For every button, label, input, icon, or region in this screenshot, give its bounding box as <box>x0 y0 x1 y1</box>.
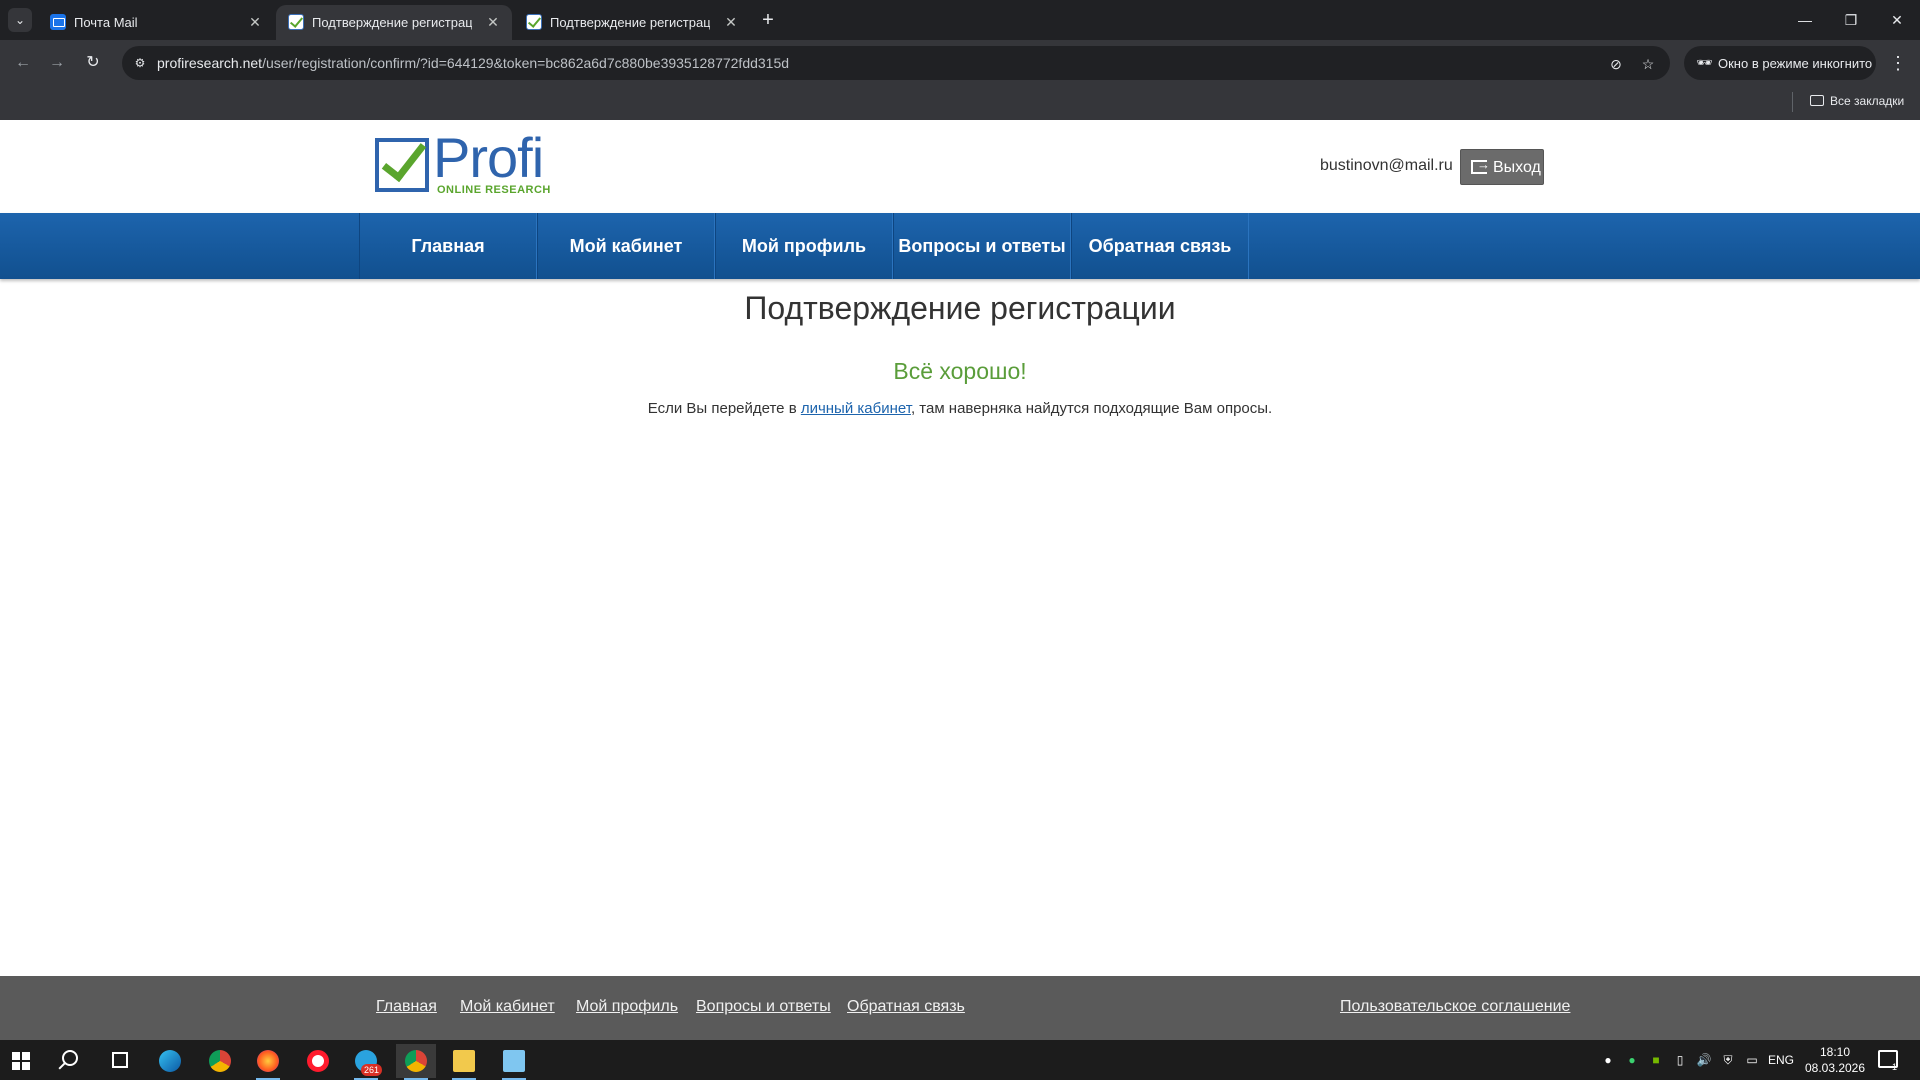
minimize-button[interactable]: — <box>1782 0 1828 40</box>
defender-icon[interactable]: ⛨ <box>1718 1040 1738 1080</box>
web-page: Profi ONLINE RESEARCH bustinovn@mail.ru … <box>0 120 1920 1040</box>
windows-taskbar: 261 ● ● ■ ▯ 🔊 ⛨ ▭ ENG 18:10 08.03.2026 1 <box>0 1040 1920 1080</box>
all-bookmarks-label: Все закладки <box>1830 94 1905 108</box>
windows-start-icon[interactable] <box>12 1052 30 1070</box>
clock-date: 08.03.2026 <box>1804 1061 1866 1075</box>
footer-link-user-agreement[interactable]: Пользовательское соглашение <box>1340 998 1570 1016</box>
nav-faq[interactable]: Вопросы и ответы <box>893 213 1071 279</box>
nav-feedback[interactable]: Обратная связь <box>1071 213 1249 279</box>
close-window-button[interactable]: ✕ <box>1874 0 1920 40</box>
bookmarks-separator <box>1792 92 1793 112</box>
footer-link-feedback[interactable]: Обратная связь <box>847 998 965 1016</box>
telegram-icon[interactable]: 261 <box>346 1044 386 1080</box>
logout-button[interactable]: Выход <box>1460 149 1544 185</box>
all-bookmarks-button[interactable]: Все закладки <box>1810 94 1904 108</box>
network-icon[interactable]: ▭ <box>1742 1040 1762 1080</box>
info-text-before: Если Вы перейдете в <box>647 400 801 417</box>
mail-icon <box>50 14 66 30</box>
edge-icon[interactable] <box>150 1044 190 1078</box>
user-email: bustinovn@mail.ru <box>1320 157 1453 174</box>
close-icon[interactable]: ✕ <box>484 13 502 31</box>
profi-check-icon <box>526 14 542 30</box>
chrome-icon[interactable] <box>200 1044 240 1078</box>
nav-my-cabinet[interactable]: Мой кабинет <box>537 213 715 279</box>
logout-label: Выход <box>1493 159 1541 176</box>
clock-time: 18:10 <box>1819 1045 1851 1059</box>
info-text: Если Вы перейдете в личный кабинет, там … <box>0 400 1920 417</box>
site-header: Profi ONLINE RESEARCH bustinovn@mail.ru … <box>0 120 1920 213</box>
firefox-icon[interactable] <box>248 1044 288 1080</box>
forward-button[interactable]: → <box>44 50 70 76</box>
chrome-active-icon[interactable] <box>396 1044 436 1080</box>
tray-security-icon[interactable]: ● <box>1622 1040 1642 1080</box>
bookmark-star-icon[interactable]: ☆ <box>1638 54 1658 74</box>
system-clock[interactable]: 18:10 08.03.2026 <box>1800 1044 1870 1076</box>
logo-subtitle: ONLINE RESEARCH <box>437 184 551 196</box>
close-icon[interactable]: ✕ <box>246 13 264 31</box>
site-settings-icon[interactable]: ⚙ <box>132 55 148 71</box>
restore-button[interactable]: ❐ <box>1828 0 1874 40</box>
back-button[interactable]: ← <box>10 50 36 76</box>
tray-nvidia-icon[interactable]: ■ <box>1646 1040 1666 1080</box>
language-indicator[interactable]: ENG <box>1766 1040 1796 1080</box>
browser-toolbar: ← → ↻ ⚙ profiresearch.net/user/registrat… <box>0 40 1920 86</box>
bookmarks-bar: Все закладки <box>0 86 1920 120</box>
incognito-indicator[interactable]: 🕶 Окно в режиме инкогнито <box>1684 46 1876 80</box>
incognito-icon: 🕶 <box>1696 55 1713 70</box>
battery-icon[interactable]: ▯ <box>1670 1040 1690 1080</box>
search-icon[interactable] <box>62 1050 78 1066</box>
logo-checkbox-icon <box>375 133 429 192</box>
file-explorer-icon[interactable] <box>444 1044 484 1080</box>
tab-registration-active[interactable]: Подтверждение регистрации ✕ <box>276 5 512 40</box>
opera-icon[interactable] <box>298 1044 338 1078</box>
tab-title: Подтверждение регистрации <box>312 15 472 30</box>
profi-check-icon <box>288 14 304 30</box>
reload-button[interactable]: ↻ <box>80 50 106 76</box>
personal-cabinet-link[interactable]: личный кабинет <box>801 400 911 417</box>
tab-title: Подтверждение регистрации <box>550 15 710 30</box>
browser-tab-bar: ⌄ Почта Mail ✕ Подтверждение регистрации… <box>0 0 1920 40</box>
info-text-after: , там наверняка найдутся подходящие Вам … <box>910 400 1273 417</box>
tracking-protection-icon[interactable]: ⊘ <box>1606 54 1626 74</box>
task-view-icon[interactable] <box>112 1052 128 1068</box>
site-footer: Главная Мой кабинет Мой профиль Вопросы … <box>0 976 1920 1040</box>
telegram-badge: 261 <box>360 1064 382 1076</box>
footer-link-home[interactable]: Главная <box>376 998 437 1016</box>
success-message: Всё хорошо! <box>893 358 1027 384</box>
page-title: Подтверждение регистрации <box>744 290 1176 326</box>
footer-link-faq[interactable]: Вопросы и ответы <box>696 998 831 1016</box>
main-navigation: Главная Мой кабинет Мой профиль Вопросы … <box>0 213 1920 279</box>
incognito-label: Окно в режиме инкогнито <box>1718 56 1873 71</box>
close-icon[interactable]: ✕ <box>722 13 740 31</box>
folder-icon <box>1810 95 1824 106</box>
tab-registration[interactable]: Подтверждение регистрации ✕ <box>514 5 750 40</box>
tab-mail[interactable]: Почта Mail ✕ <box>38 5 274 40</box>
nav-home[interactable]: Главная <box>359 213 537 279</box>
footer-link-my-cabinet[interactable]: Мой кабинет <box>460 998 555 1016</box>
notification-count: 1 <box>1892 1062 1898 1072</box>
browser-menu-button[interactable]: ⋮ <box>1888 50 1908 76</box>
notepad-icon[interactable] <box>494 1044 534 1080</box>
url-text[interactable]: profiresearch.net/user/registration/conf… <box>157 55 789 71</box>
volume-icon[interactable]: 🔊 <box>1694 1040 1714 1080</box>
address-bar[interactable]: ⚙ profiresearch.net/user/registration/co… <box>122 46 1670 80</box>
logo-word: Profi <box>433 126 544 189</box>
tray-chrome-icon[interactable]: ● <box>1598 1040 1618 1080</box>
footer-link-my-profile[interactable]: Мой профиль <box>576 998 678 1016</box>
new-tab-button[interactable]: + <box>756 8 780 32</box>
tab-title: Почта Mail <box>74 15 138 30</box>
profi-logo[interactable]: Profi ONLINE RESEARCH <box>375 130 555 196</box>
logout-icon <box>1471 157 1490 174</box>
tab-search-button[interactable]: ⌄ <box>8 8 32 32</box>
nav-my-profile[interactable]: Мой профиль <box>715 213 893 279</box>
